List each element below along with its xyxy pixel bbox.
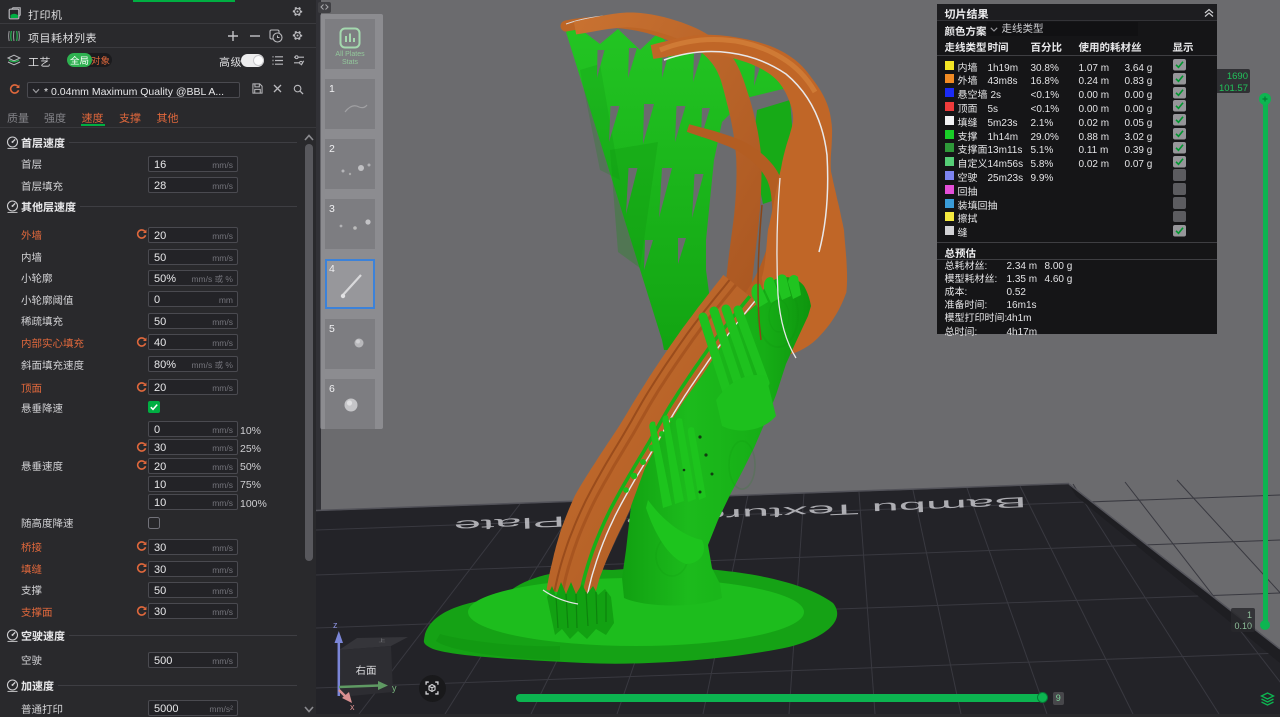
svg-text:x: x — [350, 700, 355, 713]
svg-text:右面: 右面 — [356, 663, 377, 678]
svg-text:上: 上 — [379, 637, 386, 644]
svg-text:z: z — [333, 618, 338, 631]
svg-text:y: y — [392, 681, 397, 694]
